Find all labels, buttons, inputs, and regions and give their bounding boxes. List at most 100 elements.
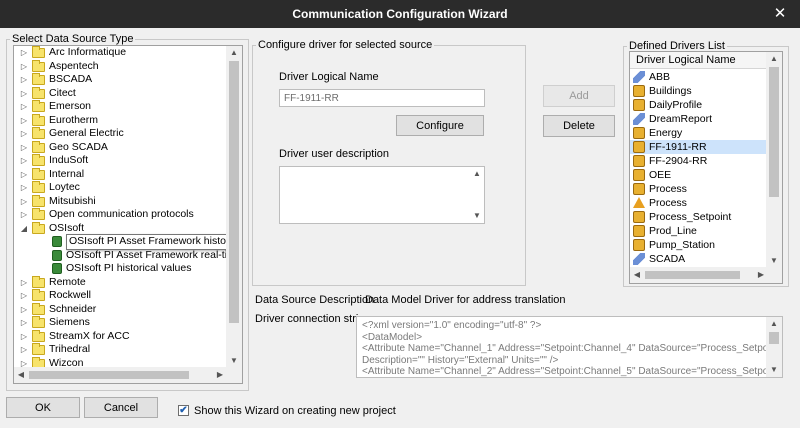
drivers-scroll-up-icon[interactable]: ▲ <box>766 52 782 66</box>
folder-icon <box>32 194 45 207</box>
scroll-down-icon[interactable]: ▼ <box>226 354 242 368</box>
collapsed-arrow-icon[interactable]: ▷ <box>19 316 29 330</box>
tree-hscroll-thumb[interactable] <box>29 371 189 379</box>
description-scrollbar[interactable]: ▲ ▼ <box>470 167 484 223</box>
folder-icon <box>32 289 45 301</box>
cancel-button[interactable]: Cancel <box>84 397 158 418</box>
collapsed-arrow-icon[interactable]: ▷ <box>19 303 29 317</box>
connection-scroll-thumb[interactable] <box>769 332 779 344</box>
tree-folder-item[interactable]: ▷ Geo SCADA <box>14 140 227 155</box>
collapsed-arrow-icon[interactable]: ▷ <box>19 60 29 74</box>
driver-row[interactable]: Pump_Station <box>630 238 768 252</box>
tree-folder-item[interactable]: ◢ OSIsoft <box>14 221 227 236</box>
collapsed-arrow-icon[interactable]: ▷ <box>19 343 29 357</box>
drivers-scroll-down-icon[interactable]: ▼ <box>766 254 782 268</box>
driver-row[interactable]: Process <box>630 182 768 196</box>
driver-connection-string-textarea[interactable]: <?xml version="1.0" encoding="utf-8" ?> <… <box>356 316 783 378</box>
tree-item-label: Geo SCADA <box>49 140 108 153</box>
collapsed-arrow-icon[interactable]: ▷ <box>19 181 29 195</box>
driver-row[interactable]: Energy <box>630 126 768 140</box>
expanded-arrow-icon[interactable]: ◢ <box>19 222 29 236</box>
collapsed-arrow-icon[interactable]: ▷ <box>19 46 29 60</box>
tree-folder-item[interactable]: ▷ General Electric <box>14 127 227 141</box>
configure-button[interactable]: Configure <box>396 115 484 136</box>
close-icon[interactable]: ✕ <box>770 4 790 24</box>
add-button[interactable]: Add <box>543 85 615 107</box>
collapsed-arrow-icon[interactable]: ▷ <box>19 100 29 114</box>
tree-folder-item[interactable]: ▷ BSCADA <box>14 73 227 87</box>
tree-child-item[interactable]: OSIsoft PI Asset Framework real-time val… <box>14 249 227 263</box>
delete-button[interactable]: Delete <box>543 115 615 137</box>
driver-logical-name-input[interactable] <box>279 89 485 107</box>
connection-scroll-up-icon[interactable]: ▲ <box>766 317 782 331</box>
driver-row[interactable]: FF-1911-RR <box>630 140 768 154</box>
tree-child-item[interactable]: OSIsoft PI historical values <box>14 262 227 276</box>
tree-folder-item[interactable]: ▷ Remote <box>14 275 227 290</box>
tree-vertical-scrollbar[interactable]: ▲ ▼ <box>226 46 242 368</box>
driver-row[interactable]: SCADA <box>630 252 768 266</box>
collapsed-arrow-icon[interactable]: ▷ <box>19 87 29 101</box>
driver-logical-name-label: Driver Logical Name <box>279 71 379 83</box>
collapsed-arrow-icon[interactable]: ▷ <box>19 114 29 128</box>
ok-button[interactable]: OK <box>6 397 80 418</box>
drivers-hscroll-thumb[interactable] <box>645 271 740 279</box>
drivers-scroll-left-icon[interactable]: ◀ <box>630 267 644 283</box>
collapsed-arrow-icon[interactable]: ▷ <box>19 330 29 344</box>
tree-folder-item[interactable]: ▷ Aspentech <box>14 59 227 74</box>
driver-row[interactable]: FF-2904-RR <box>630 154 768 168</box>
driver-row[interactable]: Prod_Line <box>630 224 768 238</box>
description-scroll-down-icon[interactable]: ▼ <box>470 209 484 223</box>
tree-child-item[interactable]: OSIsoft PI Asset Framework historical va… <box>14 234 227 250</box>
defined-drivers-list[interactable]: Driver Logical Name ABB Buildings DailyPro… <box>629 51 783 284</box>
tree-folder-item[interactable]: ▷ Rockwell <box>14 289 227 303</box>
tree-folder-item[interactable]: ▷ Trihedral <box>14 343 227 357</box>
driver-row[interactable]: DreamReport <box>630 112 768 126</box>
tree-scroll-thumb[interactable] <box>229 61 239 323</box>
scroll-up-icon[interactable]: ▲ <box>226 46 242 60</box>
driver-row[interactable]: DailyProfile <box>630 98 768 112</box>
tree-folder-item[interactable]: ▷ Siemens <box>14 316 227 330</box>
driver-row[interactable]: Buildings <box>630 84 768 98</box>
scroll-left-icon[interactable]: ◀ <box>14 367 28 383</box>
driver-row[interactable]: ABB <box>630 70 768 84</box>
connection-scroll-down-icon[interactable]: ▼ <box>766 363 782 377</box>
driver-row[interactable]: Process <box>630 196 768 210</box>
data-source-tree[interactable]: ▷ Arc Informatique ▷ Aspentech ▷ BSCADA ▷ Citec… <box>13 45 243 384</box>
tree-folder-item[interactable]: ▷ Schneider <box>14 302 227 317</box>
collapsed-arrow-icon[interactable]: ▷ <box>19 208 29 222</box>
tree-item-label: Remote <box>49 275 86 288</box>
tree-folder-item[interactable]: ▷ Open communication protocols <box>14 208 227 222</box>
driver-logical-name-column-header[interactable]: Driver Logical Name <box>630 52 768 69</box>
scroll-right-icon[interactable]: ▶ <box>213 367 227 383</box>
tree-folder-item[interactable]: ▷ InduSoft <box>14 154 227 168</box>
tree-folder-item[interactable]: ▷ Mitsubishi <box>14 194 227 209</box>
tree-folder-item[interactable]: ▷ Citect <box>14 86 227 101</box>
tree-horizontal-scrollbar[interactable]: ◀ ▶ <box>14 367 227 383</box>
collapsed-arrow-icon[interactable]: ▷ <box>19 154 29 168</box>
connection-string-scrollbar[interactable]: ▲ ▼ <box>766 317 782 377</box>
tree-folder-item[interactable]: ▷ Internal <box>14 167 227 182</box>
description-scroll-up-icon[interactable]: ▲ <box>470 167 484 181</box>
driver-row[interactable]: Process_Setpoint <box>630 210 768 224</box>
collapsed-arrow-icon[interactable]: ▷ <box>19 168 29 182</box>
collapsed-arrow-icon[interactable]: ▷ <box>19 141 29 155</box>
data-source-description-value: Data Model Driver for address translatio… <box>365 294 566 306</box>
drivers-horizontal-scrollbar[interactable]: ◀ ▶ <box>630 267 768 283</box>
collapsed-arrow-icon[interactable]: ▷ <box>19 127 29 141</box>
folder-icon <box>32 275 45 288</box>
driver-row[interactable]: OEE <box>630 168 768 182</box>
folder-icon <box>32 302 45 315</box>
driver-user-description-textarea[interactable]: ▲ ▼ <box>279 166 485 224</box>
tree-folder-item[interactable]: ▷ StreamX for ACC <box>14 329 227 344</box>
show-wizard-checkbox[interactable]: ✔ <box>178 405 189 416</box>
collapsed-arrow-icon[interactable]: ▷ <box>19 195 29 209</box>
tree-folder-item[interactable]: ▷ Emerson <box>14 100 227 114</box>
tree-folder-item[interactable]: ▷ Eurotherm <box>14 113 227 128</box>
tree-folder-item[interactable]: ▷ Arc Informatique <box>14 46 227 60</box>
collapsed-arrow-icon[interactable]: ▷ <box>19 73 29 87</box>
collapsed-arrow-icon[interactable]: ▷ <box>19 276 29 290</box>
collapsed-arrow-icon[interactable]: ▷ <box>19 289 29 303</box>
drivers-vertical-scrollbar[interactable]: ▲ ▼ <box>766 52 782 268</box>
tree-folder-item[interactable]: ▷ Loytec <box>14 181 227 195</box>
drivers-scroll-thumb[interactable] <box>769 67 779 197</box>
